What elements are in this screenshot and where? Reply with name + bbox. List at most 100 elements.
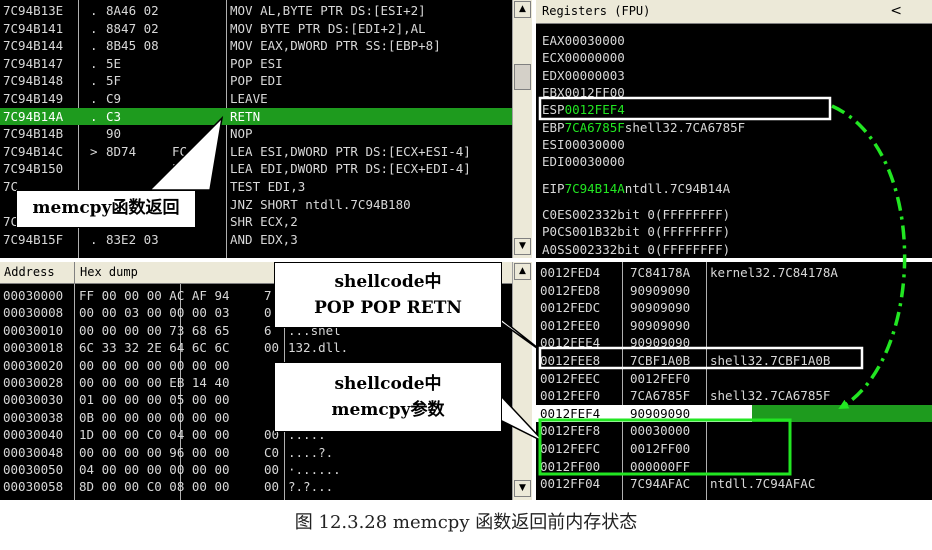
scroll-up-button[interactable]: ▲ (514, 1, 531, 18)
register-row[interactable]: ESP0012FEF4 (542, 101, 625, 118)
stack-row[interactable]: 0012FF04 7C94AFAC ntdll.7C94AFAC (536, 475, 932, 492)
scroll-up-button[interactable]: ▲ (514, 263, 531, 280)
callout-memcpy-args: shellcode中 memcpy参数 (274, 362, 502, 432)
disasm-bytes: 8B45 08 (106, 38, 159, 54)
stack-value: 7CBF1A0B (630, 353, 691, 368)
disasm-row[interactable]: 7C94B148. 5F POP EDI (0, 72, 512, 89)
stack-value: 000000FF (630, 458, 691, 474)
stack-row[interactable]: 0012FF00 000000FF (536, 458, 932, 475)
register-row[interactable]: P0CS001B32bit 0(FFFFFFFF) (542, 223, 730, 240)
register-row[interactable]: ESI00030000 (542, 136, 625, 153)
dump-row[interactable]: 00030058 8D 00 00 C0 08 00 00 00?.?... (0, 478, 512, 495)
stack-value: 00030000 (630, 423, 691, 439)
dump-row[interactable]: 00030050 04 00 00 00 00 00 00 00 ·...... (0, 461, 512, 478)
disasm-row[interactable]: 7C94B147. 5E POP ESI (0, 55, 512, 72)
dump-hex: 0B 00 00 00 00 00 00 (79, 409, 230, 425)
stack-row[interactable]: 0012FEF8 00030000 (536, 422, 932, 439)
register-row[interactable]: EBX0012FF00 (542, 84, 625, 101)
registers-pane[interactable]: Registers (FPU) < EAX00030000 ECX00000000… (536, 0, 932, 258)
figure-caption: 图 12.3.28 memcpy 函数返回前内存状态 (294, 512, 638, 533)
callout-memcpy-return: memcpy函数返回 (16, 190, 196, 228)
dump-hex-tail: 00 (264, 340, 280, 356)
register-row[interactable]: EIP7C94B14Antdll.7C94B14A (542, 180, 730, 197)
register-row[interactable]: C0ES002332bit 0(FFFFFFFF) (542, 206, 730, 223)
register-value: 00030000 (564, 33, 625, 48)
register-comment: shell32.7CA6785F (624, 119, 746, 135)
dump-row[interactable]: 00030018 6C 33 32 2E 64 6C 6C 00 132.dll. (0, 339, 512, 356)
register-row[interactable]: ECX00000000 (542, 49, 625, 66)
address-column-header[interactable]: Address (4, 265, 55, 279)
stack-row[interactable]: 0012FED8 90909090 (536, 282, 932, 299)
stack-comment: kernel32.7C84178A (710, 265, 838, 280)
stack-comment: shell32.7CA6785F (710, 388, 831, 404)
disasm-address: 7C94B15F (3, 231, 64, 247)
disasm-instruction: TEST EDI,3 (230, 179, 306, 194)
stack-address: 0012FEE0 (540, 317, 601, 333)
disasm-bytes: C3 (106, 108, 122, 124)
stack-value: 0012FEF0 (630, 370, 691, 386)
stack-row[interactable]: 0012FEE0 90909090 (536, 317, 932, 334)
stack-pane[interactable]: 0012FED4 7C84178A kernel32.7C84178A 0012FED… (536, 262, 932, 500)
disasm-instruction: POP EDI (230, 73, 283, 89)
dump-address: 00030018 (3, 340, 64, 356)
registers-header[interactable]: Registers (FPU) < (536, 0, 932, 24)
disasm-row[interactable]: 7C94B14B 90 NOP (0, 125, 512, 142)
disasm-row[interactable]: 7C94B144. 8B45 08 MOV EAX,DWORD PTR SS:[EB… (0, 37, 512, 54)
disasm-instruction: LEA EDI,DWORD PTR DS:[ECX+EDI-4] (230, 161, 471, 177)
stack-address: 0012FF00 (540, 458, 601, 474)
stack-row[interactable]: 0012FED4 7C84178A kernel32.7C84178A (536, 264, 932, 281)
disasm-row[interactable]: 7C94B13E. 8A46 02 MOV AL,BYTE PTR DS:[ESI+… (0, 2, 512, 19)
disasm-row[interactable]: 7C94B141. 8847 02 MOV BYTE PTR DS:[EDI+2],… (0, 20, 512, 37)
stack-row[interactable]: 0012FEF4 90909090 (536, 404, 752, 422)
register-row[interactable]: EBP7CA6785Fshell32.7CA6785F (542, 119, 745, 136)
scroll-down-button[interactable]: ▼ (514, 238, 531, 255)
dump-address: 00030038 (3, 409, 64, 425)
register-row[interactable]: A0SS002332bit 0(FFFFFFFF) (542, 241, 730, 258)
register-row[interactable]: EAX00030000 (542, 32, 625, 49)
register-name: EDX (542, 67, 565, 83)
dump-ascii: ....?. (288, 444, 334, 460)
stack-row[interactable]: 0012FEE4 90909090 (536, 334, 932, 351)
disasm-row[interactable]: 7C94B15F. 83E2 03 AND EDX,3 (0, 231, 512, 248)
disasm-address: 7C94B150 (3, 161, 64, 177)
register-row[interactable]: EDX00000003 (542, 67, 625, 84)
disasm-bytes: 8847 02 (106, 20, 159, 36)
disasm-bytes: C9 (106, 91, 122, 106)
disassembly-scrollbar[interactable]: ▲ ▼ (512, 0, 532, 258)
stack-row[interactable]: 0012FEFC 0012FF00 (536, 440, 932, 457)
stack-address: 0012FEDC (540, 300, 601, 316)
dump-scrollbar[interactable]: ▲ ▼ (512, 262, 532, 500)
stack-row[interactable]: 0012FEE8 7CBF1A0B shell32.7CBF1A0B (536, 352, 932, 369)
segment-info: 32bit 0(FFFFFFFF) (602, 241, 731, 257)
stack-address: 0012FEF0 (540, 388, 601, 404)
disasm-bytes-tail: FC (172, 143, 188, 159)
stack-address: 0012FEEC (540, 370, 601, 386)
disasm-row[interactable]: 7C94B14C >8D74 FC LEA ESI,DWORD PTR DS:[ECX… (0, 143, 512, 160)
disasm-instruction: RETN (230, 108, 261, 124)
dump-hex: FF 00 00 00 AC AF 94 (79, 288, 230, 303)
stack-row[interactable]: 0012FEDC 90909090 (536, 299, 932, 316)
disasm-bytes: 8D74 (106, 143, 137, 159)
disasm-row[interactable]: 7C94B14A. C3 RETN (0, 107, 512, 125)
register-row[interactable]: EDI00030000 (542, 153, 625, 170)
collapse-chevron-icon[interactable]: < (890, 3, 902, 19)
register-value: 00030000 (564, 136, 625, 152)
stack-row[interactable]: 0012FEEC 0012FEF0 (536, 370, 932, 387)
stack-value: 90909090 (630, 405, 691, 421)
dump-hex-tail: 00 (264, 479, 280, 495)
disasm-bytes-tail: 39 FC (172, 161, 210, 177)
disasm-bytes: 5E (106, 55, 122, 71)
dump-hex-tail: 0 (264, 305, 272, 321)
hex-dump-column-header[interactable]: Hex dump (80, 265, 138, 279)
stack-row[interactable]: 0012FEF0 7CA6785F shell32.7CA6785F (536, 387, 932, 404)
dump-row[interactable]: 00030048 00 00 00 00 96 00 00 C0....?. (0, 444, 512, 461)
disasm-marker: . (90, 38, 98, 54)
disasm-row[interactable]: 7C94B149. C9 LEAVE (0, 90, 512, 107)
register-value: 0012FEF4 (564, 102, 625, 118)
dump-address: 00030028 (3, 375, 64, 390)
disasm-row[interactable]: 7C94B150 39 FC LEA EDI,DWORD PTR DS:[ECX+E… (0, 160, 512, 177)
dump-hex-tail: 7 (264, 288, 272, 303)
scroll-thumb[interactable] (514, 64, 531, 90)
scroll-down-button[interactable]: ▼ (514, 480, 531, 497)
disasm-bytes: 5F (106, 73, 122, 89)
